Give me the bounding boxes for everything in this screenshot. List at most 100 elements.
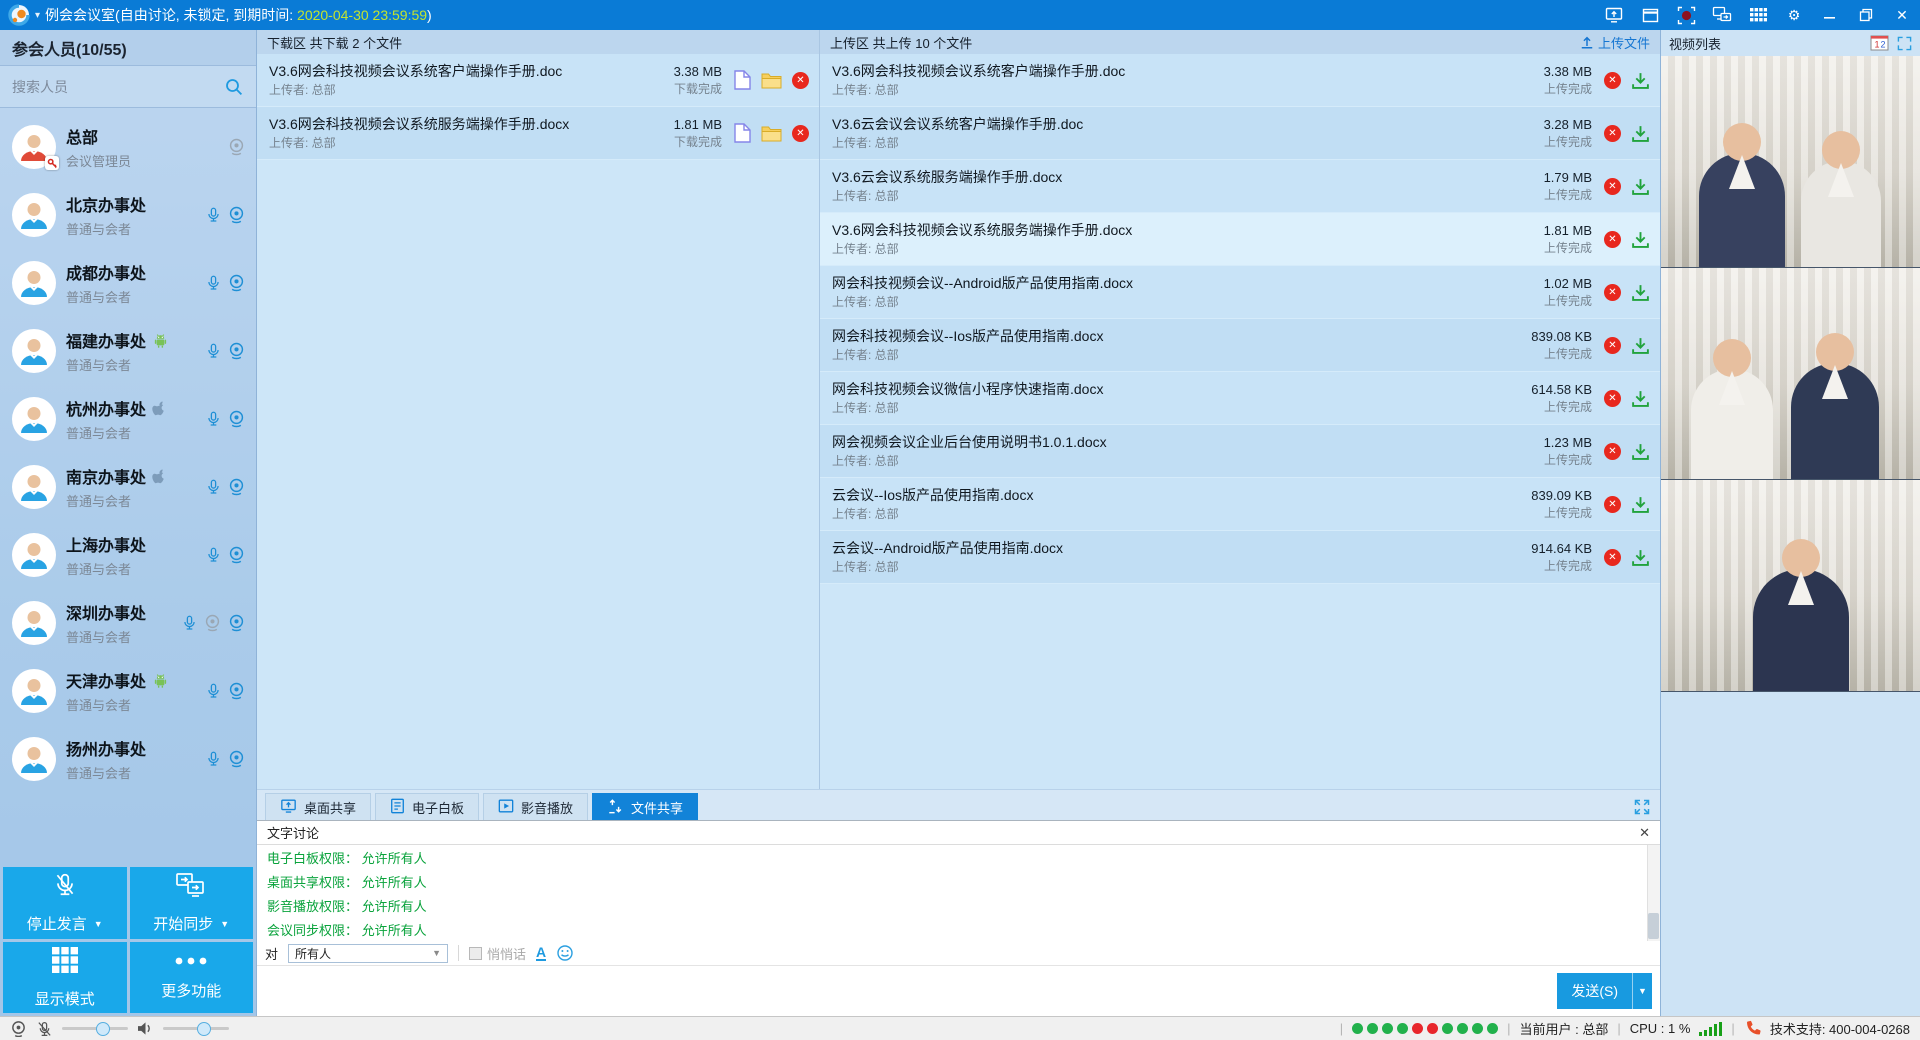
delete-icon[interactable]: ✕ — [1604, 337, 1621, 354]
participant-row[interactable]: 福建办事处普通与会者 — [0, 317, 256, 385]
download-icon[interactable] — [1631, 336, 1650, 355]
download-icon[interactable] — [1631, 124, 1650, 143]
camera-disabled-icon[interactable] — [227, 137, 246, 157]
download-icon[interactable] — [1631, 389, 1650, 408]
minimize-icon[interactable] — [1820, 5, 1840, 25]
speaker-icon[interactable] — [137, 1021, 154, 1036]
mic-icon[interactable] — [205, 341, 222, 361]
delete-icon[interactable]: ✕ — [1604, 549, 1621, 566]
video-thumbnail[interactable] — [1661, 56, 1920, 268]
camera-icon[interactable] — [227, 205, 246, 225]
start-sync-button[interactable]: 开始同步▼ — [130, 867, 254, 939]
webcam-status-icon[interactable] — [10, 1020, 27, 1037]
mic-icon[interactable] — [205, 205, 222, 225]
recipient-select[interactable]: 所有人▼ — [288, 944, 448, 963]
delete-icon[interactable]: ✕ — [1604, 178, 1621, 195]
upload-file-row[interactable]: 网会科技视频会议--Ios版产品使用指南.docx上传者: 总部839.08 K… — [820, 319, 1660, 372]
upload-file-row[interactable]: 云会议--Ios版产品使用指南.docx上传者: 总部839.09 KB上传完成… — [820, 478, 1660, 531]
camera-icon[interactable] — [227, 273, 246, 293]
open-file-icon[interactable] — [734, 70, 751, 90]
upload-file-button[interactable]: 上传文件 — [1580, 33, 1650, 52]
video-fullscreen-icon[interactable] — [1897, 36, 1912, 51]
download-file-row[interactable]: V3.6网会科技视频会议系统客户端操作手册.doc上传者: 总部3.38 MB下… — [257, 54, 819, 107]
tab-media-play[interactable]: 影音播放 — [483, 793, 588, 820]
participant-row[interactable]: 南京办事处普通与会者 — [0, 453, 256, 521]
mic-icon[interactable] — [205, 409, 222, 429]
delete-icon[interactable]: ✕ — [1604, 125, 1621, 142]
open-folder-icon[interactable] — [761, 72, 782, 89]
desktop-share-icon[interactable] — [1604, 5, 1624, 25]
participant-row[interactable]: 总部会议管理员 — [0, 113, 256, 181]
mic-icon[interactable] — [205, 477, 222, 497]
download-file-row[interactable]: V3.6网会科技视频会议系统服务端操作手册.docx上传者: 总部1.81 MB… — [257, 107, 819, 160]
upload-file-row[interactable]: 网会科技视频会议微信小程序快速指南.docx上传者: 总部614.58 KB上传… — [820, 372, 1660, 425]
tab-file-share[interactable]: 文件共享 — [592, 793, 698, 820]
send-button[interactable]: 发送(S) ▼ — [1557, 973, 1652, 1009]
camera-icon[interactable] — [227, 613, 246, 633]
mic-icon[interactable] — [205, 273, 222, 293]
download-icon[interactable] — [1631, 71, 1650, 90]
participant-row[interactable]: 扬州办事处普通与会者 — [0, 725, 256, 793]
camera-icon[interactable] — [227, 545, 246, 565]
delete-icon[interactable]: ✕ — [1604, 284, 1621, 301]
video-page-12-icon[interactable]: 12 — [1870, 35, 1889, 51]
sync-monitors-icon[interactable] — [1712, 5, 1732, 25]
camera-icon[interactable] — [227, 409, 246, 429]
delete-icon[interactable]: ✕ — [1604, 496, 1621, 513]
download-icon[interactable] — [1631, 283, 1650, 302]
download-icon[interactable] — [1631, 230, 1650, 249]
mic-icon[interactable] — [205, 545, 222, 565]
mic-volume-knob[interactable] — [96, 1022, 110, 1036]
tab-whiteboard[interactable]: 电子白板 — [375, 793, 479, 820]
delete-icon[interactable]: ✕ — [1604, 72, 1621, 89]
download-icon[interactable] — [1631, 548, 1650, 567]
participant-row[interactable]: 北京办事处普通与会者 — [0, 181, 256, 249]
participant-search[interactable] — [0, 66, 256, 108]
open-file-icon[interactable] — [734, 123, 751, 143]
tabs-expand-icon[interactable] — [1634, 799, 1650, 815]
upload-file-row[interactable]: 云会议--Android版产品使用指南.docx上传者: 总部914.64 KB… — [820, 531, 1660, 584]
upload-file-row[interactable]: V3.6云会议系统服务端操作手册.docx上传者: 总部1.79 MB上传完成✕ — [820, 160, 1660, 213]
dropdown-caret-icon[interactable]: ▼ — [94, 919, 103, 929]
emoji-icon[interactable] — [556, 944, 574, 962]
mic-muted-icon[interactable] — [36, 1020, 53, 1038]
close-icon[interactable]: ✕ — [1892, 5, 1912, 25]
window-panel-icon[interactable] — [1640, 5, 1660, 25]
tab-desktop-share[interactable]: 桌面共享 — [265, 793, 371, 820]
participant-row[interactable]: 成都办事处普通与会者 — [0, 249, 256, 317]
mic-icon[interactable] — [205, 681, 222, 701]
open-folder-icon[interactable] — [761, 125, 782, 142]
upload-file-row[interactable]: V3.6网会科技视频会议系统客户端操作手册.doc上传者: 总部3.38 MB上… — [820, 54, 1660, 107]
menu-chevron-icon[interactable]: ▾ — [35, 10, 40, 21]
restore-icon[interactable] — [1856, 5, 1876, 25]
camera-icon[interactable] — [227, 341, 246, 361]
search-icon[interactable] — [224, 77, 244, 97]
chat-scrollbar-thumb[interactable] — [1648, 913, 1659, 939]
camera-icon[interactable] — [227, 749, 246, 769]
mic-icon[interactable] — [181, 613, 198, 633]
delete-icon[interactable]: ✕ — [792, 125, 809, 142]
upload-file-row[interactable]: V3.6网会科技视频会议系统服务端操作手册.docx上传者: 总部1.81 MB… — [820, 213, 1660, 266]
download-icon[interactable] — [1631, 177, 1650, 196]
chat-close-icon[interactable]: ✕ — [1639, 825, 1650, 841]
upload-file-row[interactable]: 网会科技视频会议--Android版产品使用指南.docx上传者: 总部1.02… — [820, 266, 1660, 319]
video-thumbnail[interactable] — [1661, 480, 1920, 692]
delete-icon[interactable]: ✕ — [1604, 443, 1621, 460]
whisper-checkbox[interactable]: 悄悄话 — [469, 944, 526, 963]
camera-icon[interactable] — [227, 477, 246, 497]
speaker-volume-slider[interactable] — [163, 1027, 229, 1030]
display-mode-button[interactable]: 显示模式 — [3, 942, 127, 1014]
font-style-icon[interactable]: A — [536, 946, 546, 961]
chat-scrollbar[interactable] — [1647, 845, 1660, 941]
camera-disabled-icon[interactable] — [203, 613, 222, 633]
display-grid-icon[interactable] — [1748, 5, 1768, 25]
speaker-volume-knob[interactable] — [197, 1022, 211, 1036]
dropdown-caret-icon[interactable]: ▼ — [220, 919, 229, 929]
participant-row[interactable]: 深圳办事处普通与会者 — [0, 589, 256, 657]
delete-icon[interactable]: ✕ — [1604, 231, 1621, 248]
chat-input-area[interactable]: 发送(S) ▼ — [257, 966, 1660, 1016]
mic-volume-slider[interactable] — [62, 1027, 128, 1030]
stop-speaking-button[interactable]: 停止发言▼ — [3, 867, 127, 939]
participant-row[interactable]: 天津办事处普通与会者 — [0, 657, 256, 725]
upload-file-row[interactable]: 网会视频会议企业后台使用说明书1.0.1.docx上传者: 总部1.23 MB上… — [820, 425, 1660, 478]
